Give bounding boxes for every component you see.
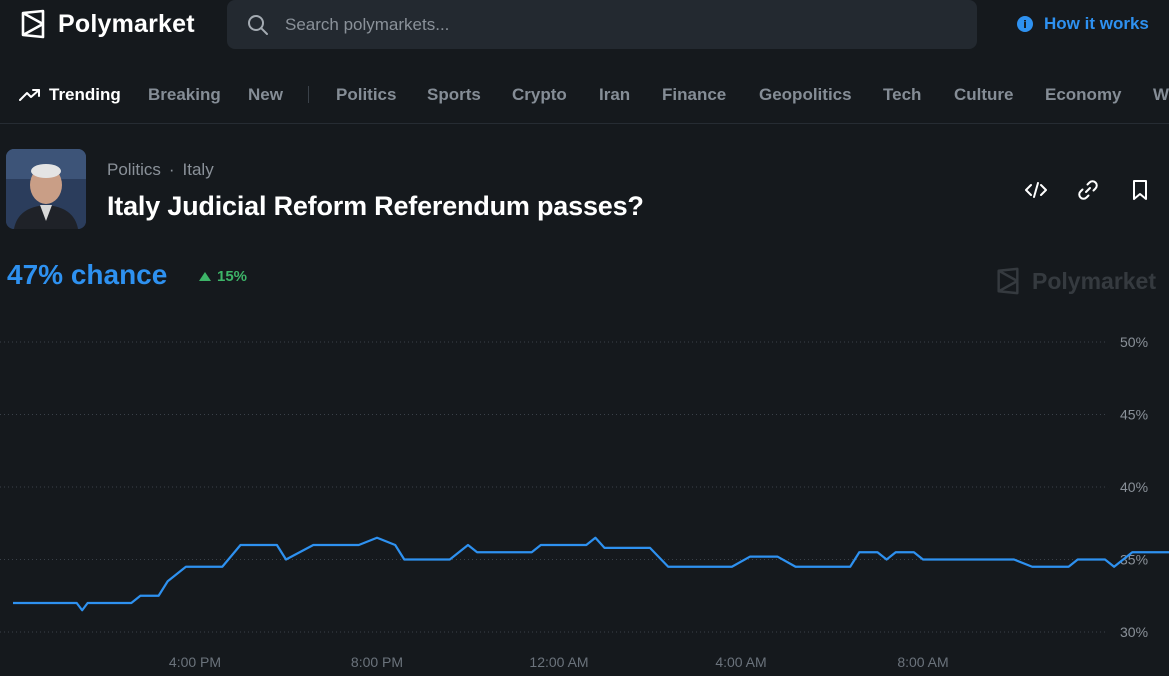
market-thumbnail [6, 149, 86, 229]
x-tick-label: 8:00 AM [897, 654, 948, 670]
nav-item-economy[interactable]: Economy [1045, 85, 1122, 105]
info-icon: i [1017, 16, 1033, 32]
bookmark-button[interactable] [1128, 178, 1152, 202]
market-thumbnail-image [6, 149, 86, 229]
price-chart[interactable]: 50%45%40%35%30%4:00 PM 8:00 PM 12:00 AM 4:0… [0, 320, 1169, 676]
nav-item-tech[interactable]: Tech [883, 85, 921, 105]
nav-item-finance[interactable]: Finance [662, 85, 726, 105]
search-input[interactable]: Search polymarkets... [227, 0, 977, 49]
breadcrumb-separator: · [168, 160, 175, 179]
nav-item-breaking[interactable]: Breaking [148, 85, 221, 105]
polymarket-watermark-icon [997, 267, 1019, 295]
market-title: Italy Judicial Reform Referendum passes? [107, 191, 644, 221]
market-actions [1024, 178, 1152, 202]
logo-text: Polymarket [58, 9, 195, 38]
how-it-works-link[interactable]: i How it works [1017, 14, 1149, 34]
nav-item-politics[interactable]: Politics [336, 85, 396, 105]
link-icon [1078, 180, 1098, 200]
breadcrumb: Politics · Italy [107, 160, 214, 180]
nav-divider-line [0, 123, 1169, 124]
nav-item-geopolitics[interactable]: Geopolitics [759, 85, 852, 105]
embed-button[interactable] [1024, 178, 1048, 202]
chance-value: 47% chance [7, 259, 168, 290]
search-placeholder: Search polymarkets... [285, 14, 450, 34]
breadcrumb-politics[interactable]: Politics [107, 160, 161, 180]
nav-item-trending[interactable]: Trending [19, 85, 121, 105]
search-icon [248, 14, 268, 35]
y-tick-label: 45% [1120, 407, 1148, 423]
chance-delta: 15% [199, 268, 247, 285]
polymarket-logo[interactable]: Polymarket [18, 9, 195, 39]
up-arrow-icon [199, 272, 211, 281]
x-tick-label: 4:00 AM [715, 654, 766, 670]
nav-item-more[interactable]: W [1153, 85, 1169, 105]
nav-label-trending: Trending [49, 85, 121, 104]
nav-item-iran[interactable]: Iran [599, 85, 630, 105]
embed-icon [1025, 182, 1047, 198]
bookmark-icon [1133, 180, 1147, 200]
how-it-works-label: How it works [1044, 14, 1149, 33]
top-header: Polymarket Search polymarkets... i How i… [0, 0, 1169, 50]
copy-link-button[interactable] [1076, 178, 1100, 202]
polymarket-logo-icon [21, 9, 45, 39]
y-tick-label: 50% [1120, 334, 1148, 350]
price-line[interactable] [13, 349, 1169, 612]
x-tick-label: 4:00 PM [169, 654, 221, 670]
nav-item-culture[interactable]: Culture [954, 85, 1014, 105]
y-tick-label: 40% [1120, 479, 1148, 495]
breadcrumb-italy[interactable]: Italy [183, 160, 214, 180]
category-nav: Trending Breaking New Politics Sports Cr… [0, 72, 1169, 118]
delta-value: 15% [217, 268, 248, 285]
nav-divider [308, 86, 309, 103]
nav-item-sports[interactable]: Sports [427, 85, 481, 105]
nav-item-new[interactable]: New [248, 85, 283, 105]
x-tick-label: 8:00 PM [351, 654, 403, 670]
y-tick-label: 30% [1120, 624, 1148, 640]
watermark-text: Polymarket [1032, 267, 1157, 294]
trending-icon [19, 89, 40, 101]
x-tick-label: 12:00 AM [529, 654, 588, 670]
chart-watermark: Polymarket [994, 267, 1156, 295]
nav-item-crypto[interactable]: Crypto [512, 85, 567, 105]
